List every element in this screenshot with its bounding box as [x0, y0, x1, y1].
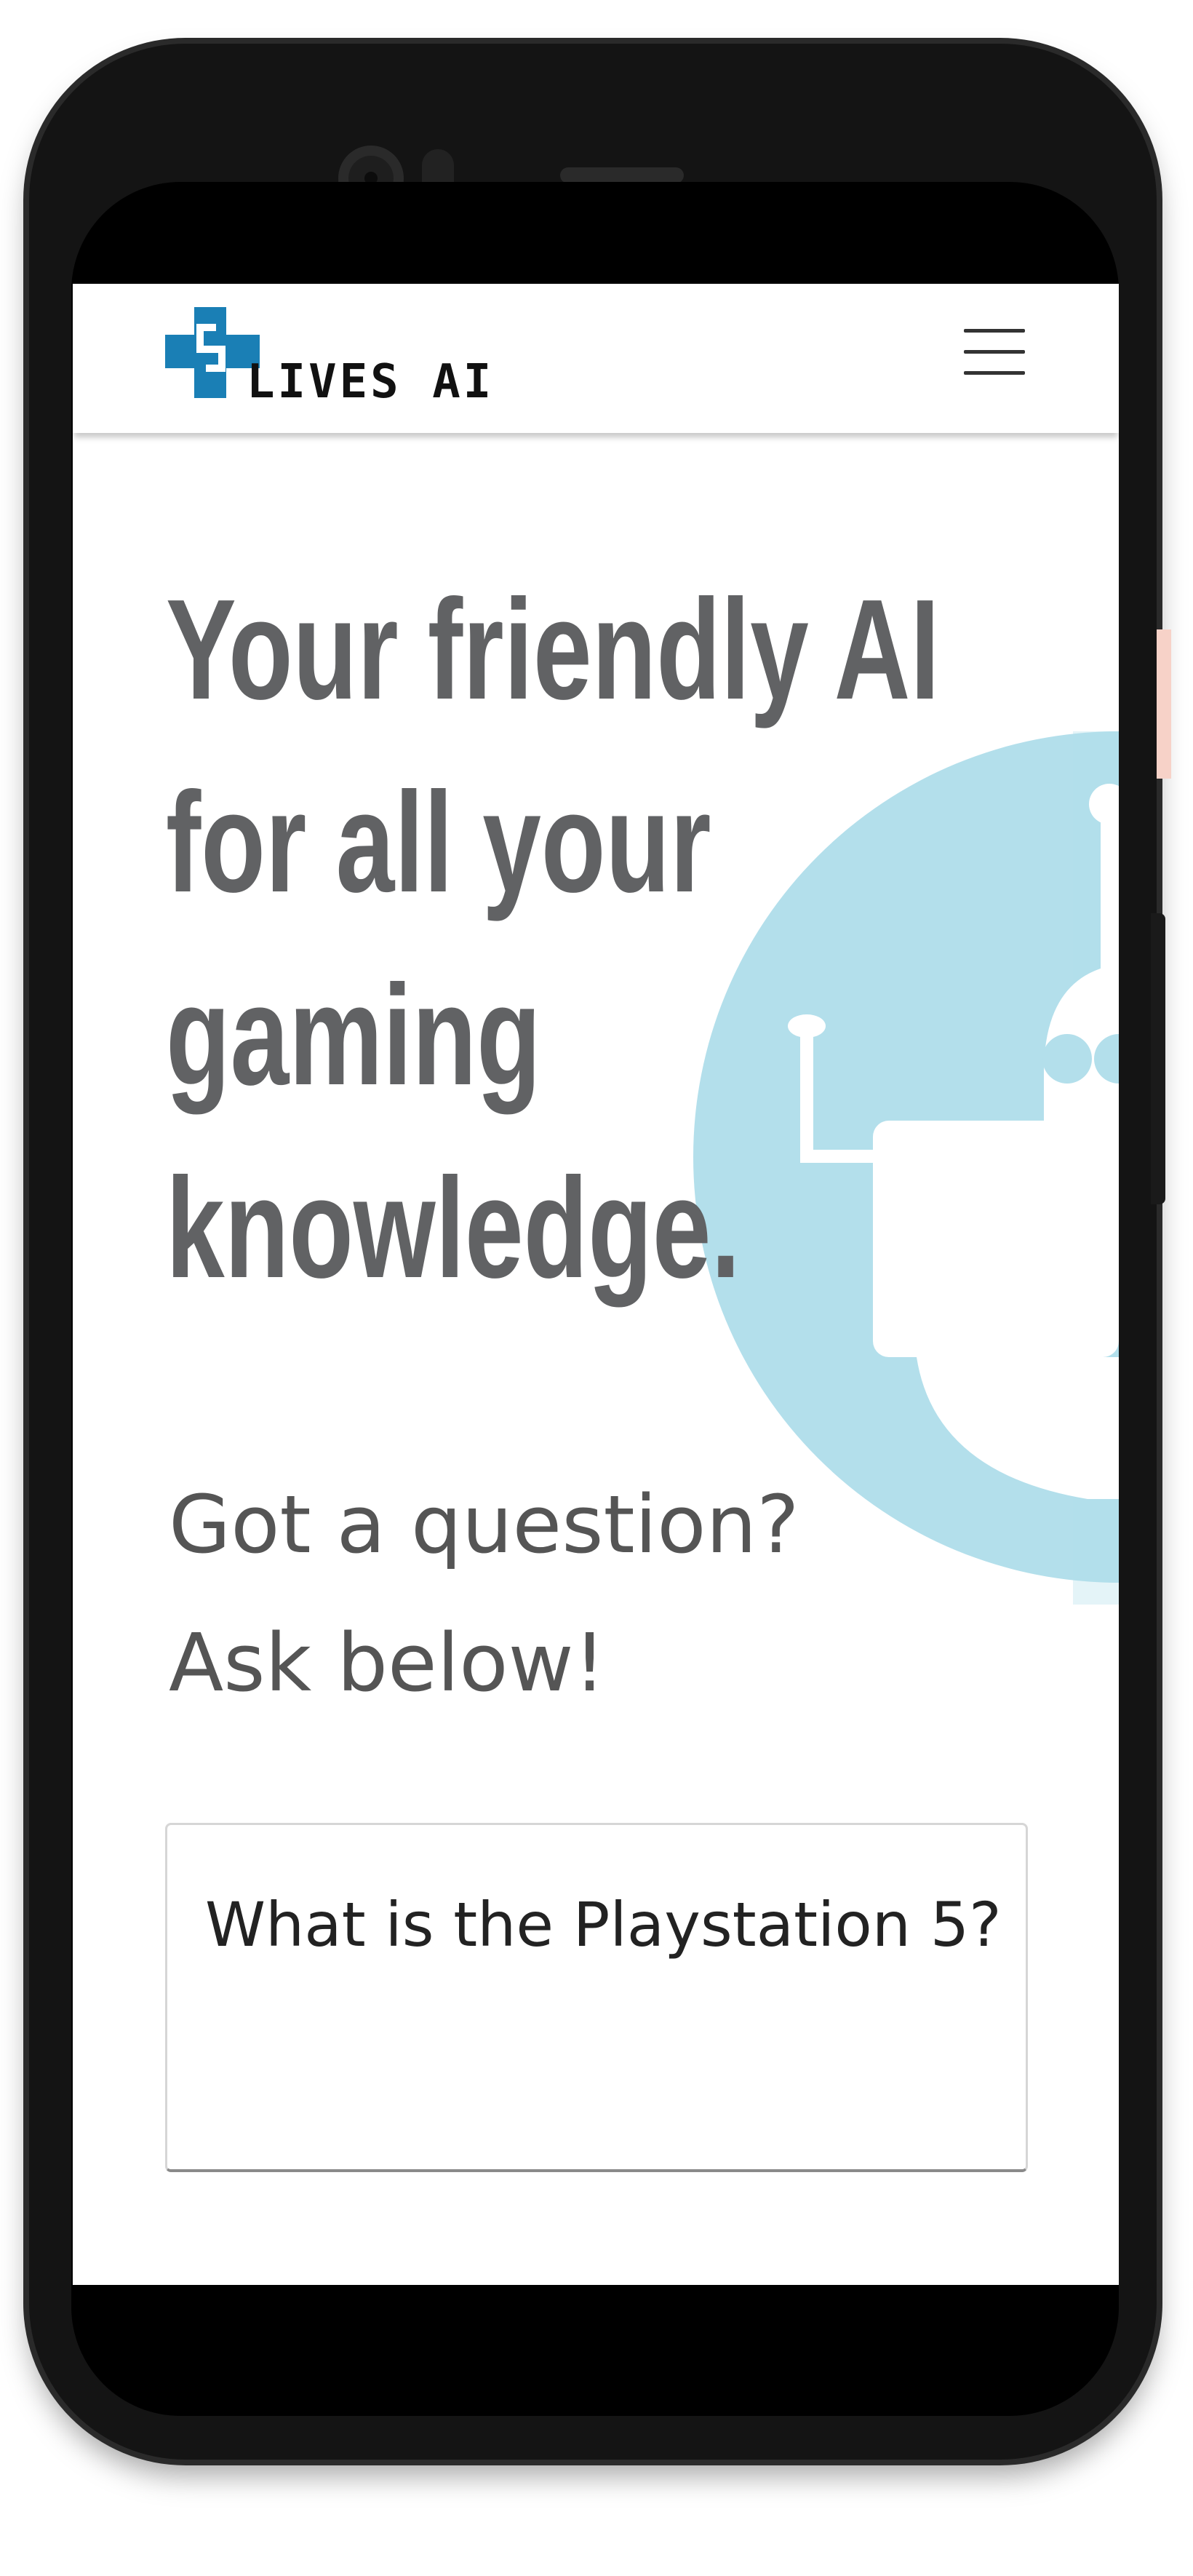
- plus-cross-logo-icon: [165, 307, 260, 398]
- question-input-value: What is the Playstation 5?: [205, 1889, 1002, 1960]
- earpiece-speaker: [560, 167, 684, 183]
- hero-title-line: gaming: [166, 955, 541, 1115]
- top-navbar: LIVES AI: [73, 284, 1119, 433]
- screen: LIVES AI Your friendly AI for all your g…: [73, 284, 1119, 2285]
- brand-name: LIVES AI: [247, 355, 495, 409]
- prompt-line-2: Ask below!: [169, 1616, 606, 1709]
- hero-title: Your friendly AI for all your gaming kno…: [166, 553, 1039, 1324]
- device-mockup: LIVES AI Your friendly AI for all your g…: [0, 0, 1193, 2576]
- prompt-line-1: Got a question?: [169, 1478, 799, 1571]
- brand-logo[interactable]: LIVES AI: [165, 307, 500, 409]
- side-accent: [1157, 629, 1171, 779]
- question-input[interactable]: What is the Playstation 5?: [165, 1823, 1028, 2172]
- hero-title-line: Your friendly AI: [166, 570, 940, 729]
- hero-title-line: knowledge.: [166, 1148, 741, 1308]
- power-button: [1151, 913, 1165, 1204]
- ask-prompt: Got a question? Ask below!: [169, 1455, 1042, 1732]
- hamburger-menu-icon[interactable]: [964, 329, 1025, 375]
- hero-title-line: for all your: [166, 763, 711, 922]
